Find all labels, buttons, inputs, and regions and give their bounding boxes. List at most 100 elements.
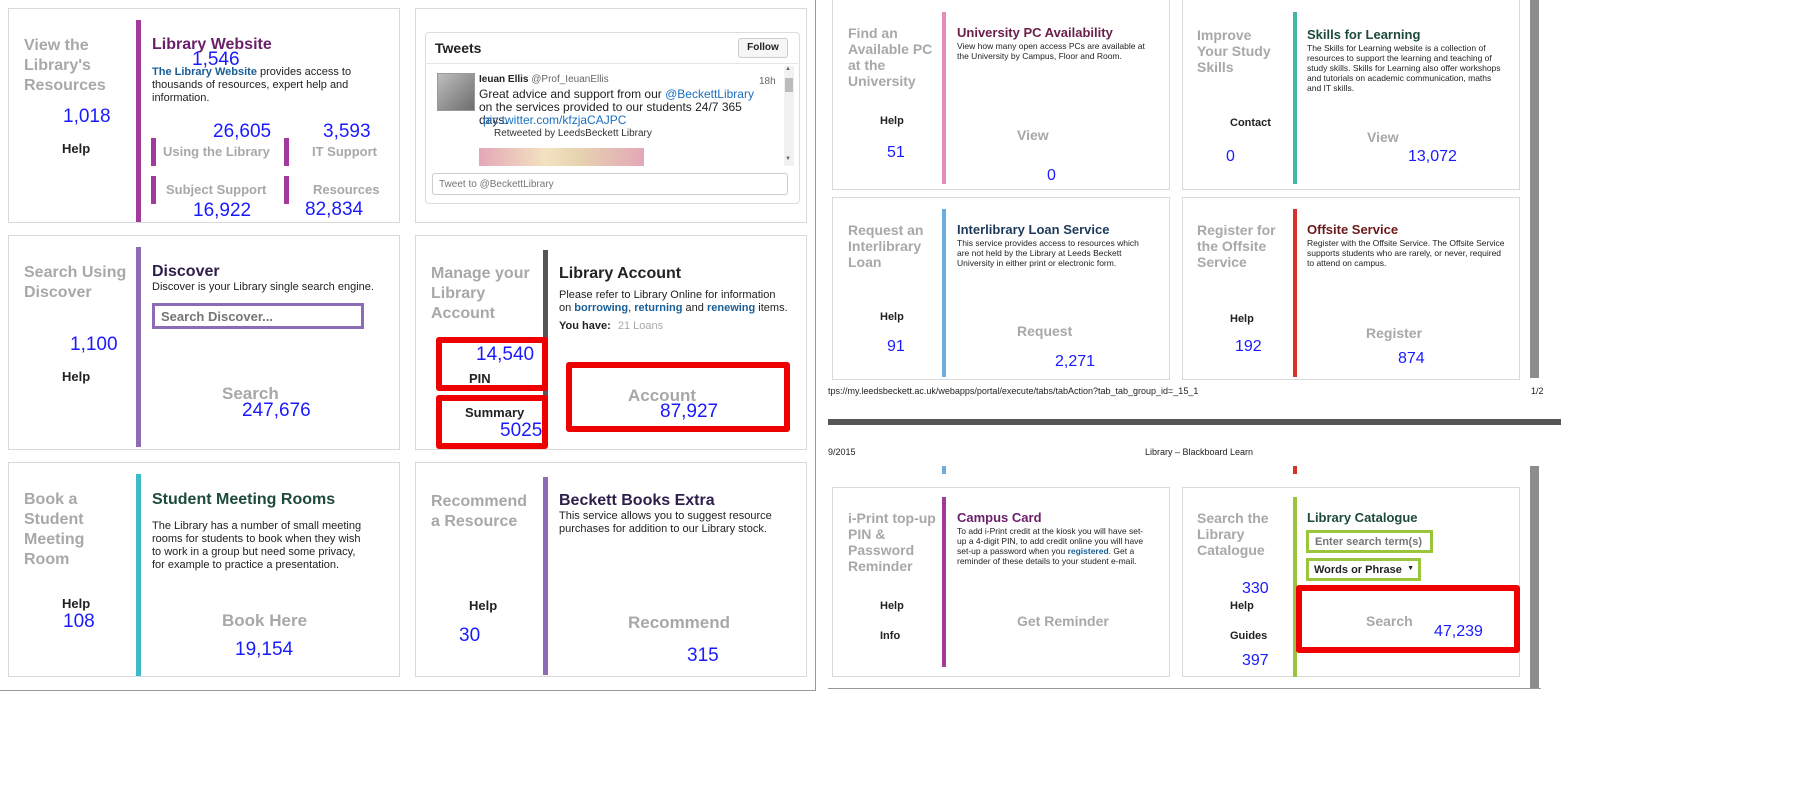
- offsite-register-button[interactable]: Register: [1366, 325, 1422, 341]
- discover-accent-bar: [136, 247, 141, 447]
- ill-request-count: 2,271: [1055, 353, 1096, 370]
- tweets-scrollbar-thumb[interactable]: [785, 78, 793, 92]
- campus-card-title: Campus Card: [957, 510, 1042, 525]
- book-here-button[interactable]: Book Here: [222, 611, 307, 631]
- account-you-have: You have: 21 Loans: [559, 320, 663, 332]
- pc-view-button[interactable]: View: [1017, 127, 1049, 143]
- recommend-label: Recommend a Resource: [431, 493, 528, 530]
- right-scrollbar-bottom[interactable]: [1530, 466, 1539, 688]
- renewing-link[interactable]: renewing: [707, 302, 755, 314]
- discover-help-link[interactable]: Help: [62, 369, 90, 384]
- skills-title: Skills for Learning: [1307, 27, 1421, 42]
- resources-count: 1,018: [63, 106, 111, 127]
- offsite-accent-bar: [1293, 209, 1297, 377]
- catalogue-search-type-select[interactable]: Words or Phrase ▼: [1306, 558, 1421, 581]
- tweet-media-link[interactable]: pic.twitter.com/kfzjaCAJPC: [483, 113, 626, 127]
- returning-link[interactable]: returning: [634, 302, 682, 314]
- catalogue-search-button[interactable]: Search: [1366, 613, 1413, 629]
- tweet-time[interactable]: 18h: [759, 76, 776, 87]
- account-label: Manage your Library Account: [431, 265, 530, 322]
- print-footer-page: 1/2: [1531, 386, 1544, 396]
- loans-link[interactable]: 21 Loans: [618, 320, 663, 332]
- discover-label: Search Using Discover: [24, 264, 127, 301]
- using-library-count: 26,605: [213, 121, 272, 142]
- pin-link[interactable]: PIN: [469, 371, 491, 386]
- offsite-help-count: 192: [1235, 338, 1262, 355]
- catalogue-guides-link[interactable]: Guides: [1230, 630, 1267, 642]
- skills-view-button[interactable]: View: [1367, 129, 1399, 145]
- follow-button[interactable]: Follow: [738, 38, 788, 58]
- meeting-rooms-accent-bar: [136, 474, 141, 676]
- tweet-text-1: Great advice and support from our: [479, 87, 666, 101]
- resources-sub-link[interactable]: Resources: [313, 182, 379, 197]
- catalogue-guides-count: 397: [1242, 652, 1269, 669]
- you-have-label: You have:: [559, 320, 611, 332]
- library-website-desc: The Library Website provides access to t…: [152, 66, 352, 105]
- campus-info-link[interactable]: Info: [880, 630, 900, 642]
- skills-accent-bar: [1293, 12, 1297, 184]
- campus-help-link[interactable]: Help: [880, 600, 904, 612]
- catalogue-count: 330: [1242, 580, 1269, 597]
- recommend-help-count: 30: [459, 625, 481, 646]
- book-here-count: 19,154: [235, 639, 294, 660]
- offsite-desc: Register with the Offsite Service. The O…: [1307, 238, 1505, 268]
- tweets-title: Tweets: [435, 40, 482, 56]
- pc-help-link[interactable]: Help: [880, 115, 904, 127]
- meeting-rooms-title: Student Meeting Rooms: [152, 491, 336, 508]
- catalogue-help-link[interactable]: Help: [1230, 600, 1254, 612]
- tweet-media-thumbnail[interactable]: [479, 148, 644, 166]
- scroll-up-arrow-icon[interactable]: ▲: [785, 66, 791, 72]
- library-website-link[interactable]: The Library Website: [152, 66, 257, 78]
- offsite-help-link[interactable]: Help: [1230, 313, 1254, 325]
- tweet-author-avatar: [437, 73, 475, 111]
- get-reminder-button[interactable]: Get Reminder: [1017, 613, 1109, 629]
- ill-help-link[interactable]: Help: [880, 311, 904, 323]
- beckett-books-desc: This service allows you to suggest resou…: [559, 510, 772, 535]
- subject-support-link[interactable]: Subject Support: [166, 182, 266, 197]
- print-header-date: 9/2015: [828, 447, 856, 457]
- campus-accent-bar: [942, 497, 946, 667]
- catalogue-search-input[interactable]: [1306, 530, 1433, 553]
- skills-contact-count: 0: [1226, 148, 1235, 165]
- discover-desc: Discover is your Library single search e…: [152, 281, 374, 293]
- ill-label: Request an Interlibrary Loan: [848, 222, 924, 270]
- meeting-rooms-help-count: 108: [63, 611, 95, 632]
- recommend-button[interactable]: Recommend: [628, 613, 730, 633]
- offsite-label: Register for the Offsite Service: [1197, 222, 1276, 270]
- catalogue-search-count: 47,239: [1434, 623, 1483, 640]
- summary-link[interactable]: Summary: [465, 405, 524, 420]
- tweet-mention-link[interactable]: @BeckettLibrary: [665, 87, 754, 101]
- pc-accent-bar: [942, 12, 946, 184]
- discover-title: Discover: [152, 263, 220, 280]
- library-account-desc: Please refer to Library Online for infor…: [559, 289, 789, 315]
- skills-contact-link[interactable]: Contact: [1230, 117, 1271, 129]
- resources-help-link[interactable]: Help: [62, 141, 90, 156]
- resources-sub-bar: [284, 176, 289, 204]
- using-library-link[interactable]: Using the Library: [163, 144, 270, 159]
- borrowing-link[interactable]: borrowing: [574, 302, 628, 314]
- tweet-compose-input[interactable]: [432, 173, 788, 195]
- right-panel-bottom-edge: [828, 688, 1541, 689]
- ill-accent-bar: [942, 209, 946, 377]
- pc-view-count: 0: [1047, 167, 1056, 184]
- scroll-down-arrow-icon[interactable]: ▼: [785, 156, 791, 162]
- discover-search-input[interactable]: [152, 303, 364, 329]
- meeting-rooms-help-link[interactable]: Help: [62, 596, 90, 611]
- registered-link[interactable]: registered: [1068, 546, 1109, 556]
- recommend-accent-bar: [543, 477, 548, 675]
- recommend-help-link[interactable]: Help: [469, 598, 497, 613]
- meeting-rooms-label: Book a Student Meeting Room: [24, 491, 85, 568]
- right-scrollbar-top[interactable]: [1530, 0, 1539, 378]
- pin-count: 14,540: [476, 344, 535, 365]
- campus-card-label: i-Print top-up PIN & Password Reminder: [848, 510, 936, 574]
- print-header-title: Library – Blackboard Learn: [1145, 447, 1254, 457]
- tweet-author[interactable]: Ieuan Ellis @Prof_IeuanEllis: [479, 74, 609, 85]
- it-support-link[interactable]: IT Support: [312, 144, 377, 159]
- account-desc-2: items.: [755, 302, 788, 314]
- tweet-author-handle: @Prof_IeuanEllis: [531, 74, 609, 85]
- skills-desc: The Skills for Learning website is a col…: [1307, 43, 1501, 93]
- ill-request-button[interactable]: Request: [1017, 323, 1072, 339]
- pc-desc: View how many open access PCs are availa…: [957, 41, 1145, 61]
- top-accent-stub-left: [942, 466, 946, 474]
- subject-support-count: 16,922: [193, 200, 252, 221]
